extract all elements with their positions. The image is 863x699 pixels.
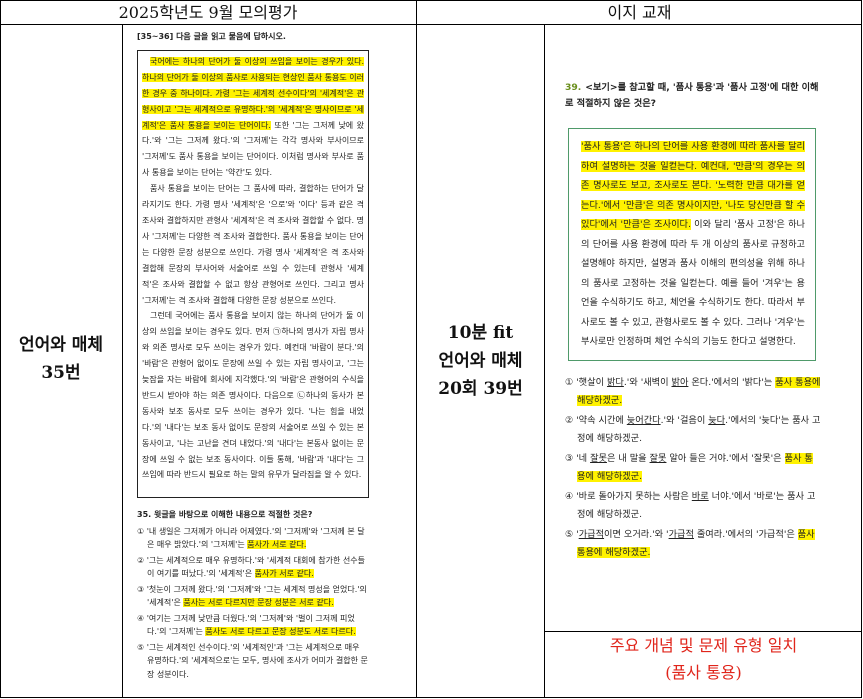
- answer-option-4: ④ '바로 돌아가지 못하는 사람은 바로 너야.'에서 '바로'는 품사 고정…: [565, 490, 816, 521]
- scan-option-highlight: 품사가 서로 같다.: [247, 540, 307, 550]
- bogi-box: '품사 통용'은 하나의 단어를 사용 환경에 따라 품사를 달리하여 설명하는…: [568, 128, 816, 361]
- match-note-line2: (품사 통용): [665, 663, 742, 682]
- answer-option-5: ⑤ '가급적이면 오거라.'와 '가급적 줄여라.'에서의 '가급적'은 품사 …: [565, 528, 815, 558]
- mid-label: 10분 fit 언어와 매체 20회 39번: [417, 319, 544, 403]
- scan-option: ② '그는 세계적으로 매우 유명하다.'와 '세계적 대회에 참가한 선수들이…: [137, 554, 369, 581]
- scan-paragraph: 국어에는 하나의 단어가 둘 이상의 쓰임을 보이는 경우가 있다. 하나의 단…: [142, 54, 364, 181]
- mid-label-number: 20회 39번: [438, 379, 523, 399]
- match-note: 주요 개념 및 문제 유형 일치 (품사 통용): [545, 632, 862, 686]
- scan-paragraph: 품사 통용을 보이는 단어는 그 품사에 따라, 결합하는 단어가 달라지기도 …: [142, 184, 364, 305]
- scan-option: ③ '첫눈이 그저께 왔다.'의 '그저께'와 '그는 세계적 명성을 얻었다.…: [137, 583, 369, 610]
- answer-option-3: ③ '네 잘못은 내 말을 잘못 알아 들은 거야.'에서 '잘못'은 품사 통…: [565, 452, 813, 482]
- scan-passage: 국어에는 하나의 단어가 둘 이상의 쓰임을 보이는 경우가 있다. 하나의 단…: [137, 49, 369, 498]
- exam-scan: [35~36] 다음 글을 읽고 물음에 답하시오. 국어에는 하나의 단어가 …: [137, 29, 369, 681]
- answer-option-2: ② '약속 시간에 늦어간다.'와 '걸음이 늦다.'에서의 '늦다'는 품사 …: [565, 414, 821, 445]
- scan-option-text: ② '그는 세계적으로 매우 유명하다.'와 '세계적 대회에 참가한 선수들이…: [137, 555, 366, 579]
- scan-option: ⑤ '그는 세계적인 선수이다.'의 '세계적인'과 '그는 세계적으로 매우 …: [137, 641, 369, 682]
- scan-option-highlight: 품사도 서로 다르고 문장 성분도 서로 다르다.: [205, 627, 356, 637]
- match-note-line1: 주요 개념 및 문제 유형 일치: [609, 636, 798, 655]
- mid-label-book: 10분 fit: [447, 323, 514, 343]
- scan-option-highlight: 품사가 서로 같다.: [254, 569, 314, 579]
- scan-highlight: 국어에는 하나의 단어가 둘 이상의 쓰임을 보이는 경우가 있다. 하나의 단…: [142, 56, 364, 130]
- answer-options: ① '햇살이 밝다.'와 '새벽이 밝아 온다.'에서의 '밝다'는 품사 통용…: [565, 374, 821, 563]
- bogi-text: 이와 달리 '품사 고정'은 하나의 단어를 사용 환경에 따라 두 개 이상의…: [581, 219, 805, 347]
- header-right: 이지 교재: [607, 3, 672, 22]
- scan-option-highlight: 품사는 서로 다르지만 문장 성분은 서로 같다.: [183, 598, 334, 608]
- scan-question-title: 35. 윗글을 바탕으로 이해한 내용으로 적절한 것은?: [137, 509, 313, 519]
- left-label-subject: 언어와 매체: [18, 335, 104, 355]
- scan-option: ④ '여기는 그저께 낮만큼 더웠다.'의 '그저께'와 '벌이 그저께 피었다…: [137, 612, 369, 639]
- answer-option-1: ① '햇살이 밝다.'와 '새벽이 밝아 온다.'에서의 '밝다'는 품사 통용…: [565, 376, 821, 406]
- header-left: 2025학년도 9월 모의평가: [118, 3, 298, 22]
- left-label-divider: [122, 24, 123, 698]
- scan-option-text: ⑤ '그는 세계적인 선수이다.'의 '세계적인'과 '그는 세계적으로 매우 …: [137, 642, 368, 679]
- bogi-highlight: '품사 통용'은 하나의 단어를 사용 환경에 따라 품사를 달리하여 설명하는…: [581, 141, 805, 230]
- left-label: 언어와 매체 35번: [0, 331, 122, 387]
- scan-options: ① '내 생일은 그저께가 아니라 어제였다.'의 '그저께'와 '그저께 본 …: [137, 525, 369, 682]
- question-number: 39.: [565, 82, 582, 93]
- textbook-page: 39. <보기>를 참고할 때, '품사 통용'과 '품사 고정'에 대한 이해로…: [565, 80, 821, 564]
- question-stem: 39. <보기>를 참고할 때, '품사 통용'과 '품사 고정'에 대한 이해로…: [565, 80, 821, 112]
- scan-option: ① '내 생일은 그저께가 아니라 어제였다.'의 '그저께'와 '그저께 본 …: [137, 525, 369, 552]
- scan-title: [35~36] 다음 글을 읽고 물음에 답하시오.: [137, 32, 286, 41]
- mid-label-subject: 언어와 매체: [438, 351, 523, 371]
- scan-paragraph: 그런데 국어에는 품사 통용을 보이지 않는 하나의 단어가 둘 이상의 쓰임을…: [142, 311, 364, 480]
- left-label-number: 35번: [41, 363, 81, 383]
- header-divider: [0, 24, 862, 25]
- mid-label-divider: [544, 24, 545, 698]
- question-text: <보기>를 참고할 때, '품사 통용'과 '품사 고정'에 대한 이해로 적절…: [565, 82, 819, 109]
